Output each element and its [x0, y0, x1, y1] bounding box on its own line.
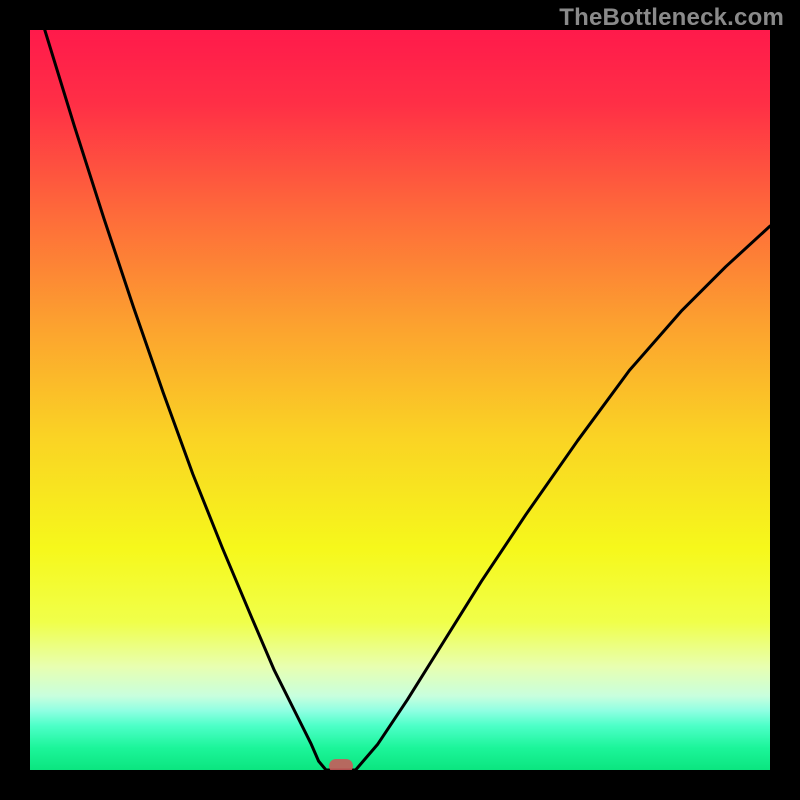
bottleneck-curve	[30, 30, 770, 770]
chart-frame: TheBottleneck.com	[0, 0, 800, 800]
watermark-text: TheBottleneck.com	[559, 4, 784, 32]
plot-area	[30, 30, 770, 770]
bottleneck-marker	[329, 759, 353, 770]
